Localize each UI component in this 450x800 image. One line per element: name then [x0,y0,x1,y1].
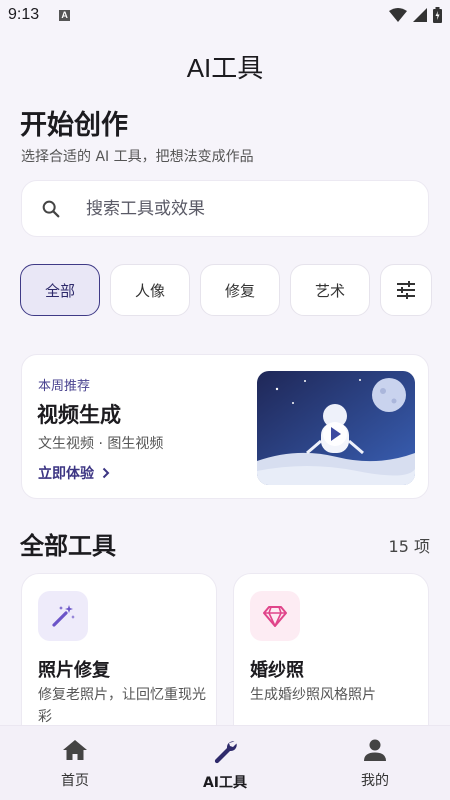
featured-cta-link[interactable]: 立即体验 [38,463,110,483]
wifi-icon [389,8,407,22]
featured-description: 文生视频 · 图生视频 [38,436,164,452]
page-subtitle: 选择合适的 AI 工具，把想法变成作品 [21,149,254,165]
tool-icon-bg [250,591,300,641]
bottom-navigation: 首页 AI工具 我的 [0,725,450,800]
diamond-icon [263,606,287,627]
search-box[interactable] [21,180,429,237]
chip-art[interactable]: 艺术 [290,264,370,316]
home-icon [63,740,87,760]
page-heading: 开始创作 [20,110,128,141]
featured-eyebrow: 本周推荐 [38,379,91,394]
nav-item-profile[interactable]: 我的 [300,726,450,800]
section-title: 全部工具 [20,532,116,560]
nav-label: 首页 [61,773,89,789]
signal-icon [413,8,427,22]
filter-button[interactable] [380,264,432,316]
featured-card[interactable]: 本周推荐 视频生成 文生视频 · 图生视频 立即体验 [21,354,429,499]
featured-illustration [257,371,415,485]
search-input[interactable] [86,198,386,219]
tool-title: 照片修复 [38,660,110,681]
featured-title: 视频生成 [37,403,121,427]
tool-icon-bg [38,591,88,641]
tool-description: 修复老照片，让回忆重现光彩 [38,687,206,725]
tool-card-wedding-photo[interactable]: 婚纱照 生成婚纱照风格照片 [233,573,429,743]
nav-label: 我的 [361,773,389,789]
section-count: 15 项 [388,537,430,556]
nav-item-home[interactable]: 首页 [0,726,150,800]
chevron-right-icon [102,467,110,479]
magic-wand-icon [52,605,75,627]
chip-all[interactable]: 全部 [20,264,100,316]
notification-icon: A [59,9,71,21]
category-chips: 全部 人像 修复 艺术 [20,264,432,316]
status-bar: 9:13 A [0,0,450,30]
status-time: 9:13 [8,6,40,23]
chip-portrait[interactable]: 人像 [110,264,190,316]
status-icons [389,7,442,23]
tune-icon [397,281,415,299]
nav-item-ai-tools[interactable]: AI工具 [150,726,300,800]
tool-card-photo-repair[interactable]: 照片修复 修复老照片，让回忆重现光彩 [21,573,217,743]
search-icon [42,200,60,217]
nav-label: AI工具 [202,775,248,791]
tool-title: 婚纱照 [250,660,304,681]
wrench-icon [214,741,237,764]
person-icon [364,739,386,761]
app-title: AI工具 [186,53,264,83]
chip-repair[interactable]: 修复 [200,264,280,316]
tool-description: 生成婚纱照风格照片 [250,687,376,703]
featured-cta-label: 立即体验 [38,466,94,482]
battery-icon [433,7,442,23]
